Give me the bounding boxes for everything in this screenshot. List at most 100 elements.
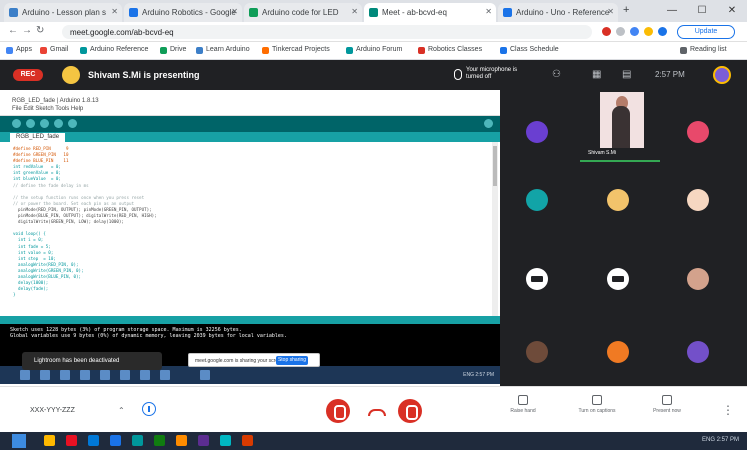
url-text: meet.google.com/ab-bcvd-eq (70, 28, 174, 37)
recording-badge: REC (13, 69, 43, 81)
participant-c-avatar[interactable] (526, 189, 548, 211)
taskbar-app-icon[interactable] (88, 435, 99, 446)
bookmark-item[interactable]: Class Schedule (500, 46, 559, 54)
self-avatar[interactable] (713, 66, 731, 84)
bookmark-item[interactable]: Arduino Forum (346, 46, 402, 54)
bookmark-item[interactable]: Drive (160, 46, 186, 54)
participant-v-avatar[interactable] (526, 121, 548, 143)
presenting-label: Shivam S.Mi is presenting (88, 70, 200, 80)
taskbar-app-icon[interactable] (198, 435, 209, 446)
taskbar-app-icon (60, 370, 70, 380)
mic-toggle-button[interactable] (326, 399, 350, 423)
stop-sharing-button[interactable]: Stop sharing (276, 356, 308, 365)
taskbar-app-icon[interactable] (220, 435, 231, 446)
code-scrollbar (492, 142, 498, 316)
profile-icon[interactable] (658, 27, 667, 36)
present-button[interactable]: Present now (642, 395, 692, 415)
minimize-icon[interactable]: — (657, 0, 687, 22)
taskbar-app-icon (200, 370, 210, 380)
new-tab-icon[interactable]: + (623, 4, 629, 16)
captions-icon (592, 395, 602, 405)
taskbar-app-icon[interactable] (154, 435, 165, 446)
close-icon[interactable]: ✕ (351, 7, 358, 16)
video-participant-name: Shivam S.Mi (588, 150, 617, 156)
taskbar-app-icon[interactable] (44, 435, 55, 446)
extension-icon[interactable] (630, 27, 639, 36)
participant-p-avatar[interactable] (607, 341, 629, 363)
participant-r-avatar[interactable] (526, 341, 548, 363)
taskbar-app-icon[interactable] (132, 435, 143, 446)
close-icon[interactable]: ✕ (111, 7, 118, 16)
ide-sketch-tab: RGB_LED_fade (10, 133, 66, 142)
bookmark-item[interactable]: Arduino Reference (80, 46, 148, 54)
start-icon[interactable] (12, 434, 26, 448)
presenter-avatar (62, 66, 80, 84)
window-controls: — ☐ ✕ (657, 0, 747, 22)
end-call-button[interactable] (364, 407, 386, 417)
tab-label: Arduino - Lesson plan s (22, 8, 107, 17)
camera-toggle-button[interactable] (398, 399, 422, 423)
taskbar-app-icon (20, 370, 30, 380)
raise-hand-button[interactable]: Raise hand (498, 395, 548, 415)
participant-b-avatar[interactable] (687, 121, 709, 143)
people-icon[interactable]: ⚇ (552, 69, 561, 80)
meeting-clock: 2:57 PM (655, 70, 685, 79)
reload-icon[interactable]: ↻ (36, 25, 44, 36)
camera-indicator-icon[interactable] (602, 27, 611, 36)
taskbar-app-icon (100, 370, 110, 380)
verify-icon (12, 119, 21, 128)
tab-favicon (503, 8, 512, 17)
tool-label: Turn on captions (578, 408, 616, 414)
browser-tab-2[interactable]: Arduino Robotics - Google ✕ (124, 3, 242, 22)
ide-tab-bar: RGB_LED_fade (0, 132, 500, 142)
participant-girl-avatar[interactable] (607, 189, 629, 211)
open-icon (54, 119, 63, 128)
browser-tab-4[interactable]: Meet - ab-bcvd-eq ✕ (364, 3, 496, 22)
close-icon[interactable]: ✕ (607, 7, 614, 16)
captions-button[interactable]: Turn on captions (572, 395, 622, 415)
participant-face-avatar[interactable] (687, 268, 709, 290)
participant-video[interactable] (600, 92, 644, 148)
close-icon[interactable]: ✕ (231, 7, 238, 16)
chevron-up-icon[interactable]: ⌃ (118, 406, 125, 415)
system-tray: ENG 2:57 PM (701, 437, 739, 443)
browser-tab-5[interactable]: Arduino - Uno - Reference ✕ (498, 3, 618, 22)
chat-icon[interactable]: ▤ (622, 69, 631, 80)
browser-tab-1[interactable]: Arduino - Lesson plan s ✕ (4, 3, 122, 22)
tab-label: Arduino Robotics - Google (142, 8, 236, 17)
participant-boy-avatar[interactable] (687, 189, 709, 211)
bookmark-item[interactable]: Tinkercad Projects (262, 46, 330, 54)
extension-icon[interactable] (644, 27, 653, 36)
taskbar-app-icon[interactable] (66, 435, 77, 446)
more-options-icon[interactable]: ⋮ (722, 403, 734, 417)
meeting-info-icon[interactable] (142, 402, 156, 416)
close-icon[interactable]: ✕ (485, 7, 492, 16)
maximize-icon[interactable]: ☐ (687, 0, 717, 22)
star-icon[interactable] (616, 27, 625, 36)
bookmark-item[interactable]: Learn Arduino (196, 46, 250, 54)
url-input[interactable]: meet.google.com/ab-bcvd-eq (62, 25, 592, 39)
taskbar-app-icon[interactable] (176, 435, 187, 446)
ide-status-bar (0, 316, 500, 324)
taskbar-app-icon[interactable] (242, 435, 253, 446)
forward-icon[interactable]: → (22, 25, 32, 36)
close-window-icon[interactable]: ✕ (717, 0, 747, 22)
layout-icon[interactable]: ▦ (592, 69, 601, 80)
bookmark-item[interactable]: Apps (6, 46, 32, 54)
meeting-code[interactable]: XXX-YYY-ZZZ (30, 407, 75, 414)
update-button[interactable]: Update (677, 25, 735, 39)
bookmark-item[interactable]: Robotics Classes (418, 46, 482, 54)
save-icon (68, 119, 77, 128)
back-icon[interactable]: ← (8, 25, 18, 36)
participant-s-avatar[interactable] (687, 341, 709, 363)
browser-tab-3[interactable]: Arduino code for LED ✕ (244, 3, 362, 22)
taskbar-app-icon[interactable] (110, 435, 121, 446)
speaking-indicator (580, 160, 660, 162)
tab-label: Arduino - Uno - Reference (516, 8, 610, 17)
shared-tray: ENG 2:57 PM (463, 372, 494, 378)
notification-toast: Lightroom has been deactivated (22, 352, 162, 370)
bookmark-item[interactable]: Gmail (40, 46, 68, 54)
address-bar: ← → ↻ meet.google.com/ab-bcvd-eq Update (0, 22, 747, 42)
bookmark-item[interactable]: Reading list (680, 46, 727, 54)
meet-control-bar: XXX-YYY-ZZZ ⌃ Raise hand Turn on caption… (0, 386, 747, 432)
